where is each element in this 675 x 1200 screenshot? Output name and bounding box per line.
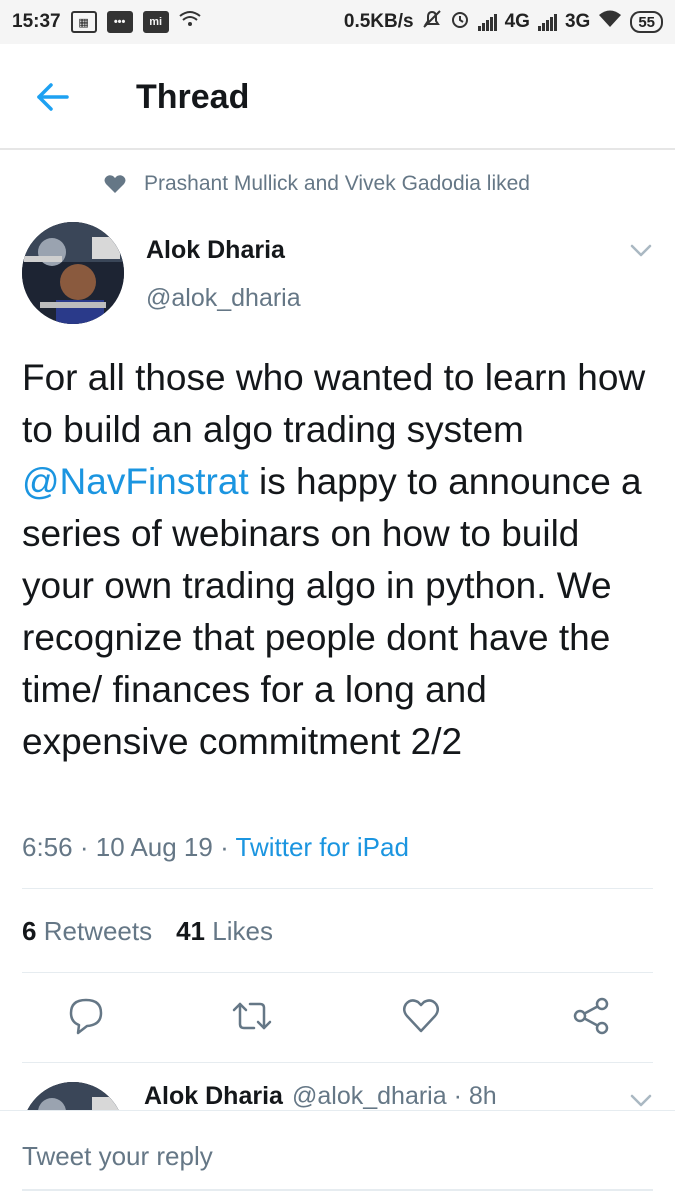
battery-icon: 55 [630, 11, 663, 33]
avatar[interactable] [22, 222, 124, 324]
heart-outline-icon[interactable] [401, 996, 441, 1036]
message-notification-icon: ••• [106, 11, 133, 33]
status-bar: 15:37 ▦ ••• mi 0.5KB/s 4G 3G 55 [0, 0, 675, 44]
next-tweet-handle[interactable]: @alok_dharia [292, 1082, 447, 1110]
retweet-icon[interactable] [230, 996, 272, 1036]
mi-notification-icon: mi [142, 11, 169, 33]
likes-label: Likes [212, 916, 273, 946]
divider [22, 1062, 653, 1063]
wifi-notification-icon [178, 10, 201, 34]
tweet-meta: 6:56 · 10 Aug 19 · Twitter for iPad [22, 832, 409, 863]
social-context: Prashant Mullick and Vivek Gadodia liked [104, 172, 530, 196]
author-name[interactable]: Alok Dharia [146, 236, 285, 265]
mention-link[interactable]: @NavFinstrat [22, 461, 249, 502]
next-tweet-meta: @alok_dharia · 8h [292, 1082, 497, 1110]
chevron-down-icon[interactable] [630, 244, 652, 258]
tweet-text-part: For all those who wanted to learn how to… [22, 357, 646, 450]
likes-count: 41 [176, 916, 206, 946]
divider [22, 972, 653, 973]
network-speed: 0.5KB/s [343, 11, 414, 32]
client-link[interactable]: Twitter for iPad [236, 832, 409, 862]
retweets-count: 6 [22, 916, 37, 946]
likes-stat[interactable]: 41 Likes [176, 916, 273, 947]
reply-composer [0, 1110, 675, 1200]
retweets-stat[interactable]: 6 Retweets [22, 916, 152, 947]
retweets-label: Retweets [43, 916, 153, 946]
next-tweet-age: 8h [468, 1082, 497, 1110]
page-title: Thread [136, 78, 250, 116]
silent-alarm-icon [422, 9, 442, 35]
chevron-down-icon[interactable] [630, 1094, 652, 1108]
tweet-actions [0, 996, 675, 1046]
wifi-icon [598, 10, 622, 34]
network-4g-label: 4G [504, 11, 530, 32]
tweet-stats: 6 Retweets 41 Likes [22, 916, 273, 947]
arrow-left-icon[interactable] [34, 82, 70, 112]
separator: · [79, 832, 96, 862]
signal-strength-2-icon [537, 13, 557, 31]
network-3g-label: 3G [564, 11, 591, 32]
share-icon[interactable] [572, 996, 612, 1036]
divider [22, 888, 653, 889]
status-time: 15:37 [12, 11, 61, 32]
tweet-date: 10 Aug 19 [95, 832, 213, 862]
tweet-time: 6:56 [22, 832, 73, 862]
gallery-notification-icon: ▦ [70, 11, 97, 33]
reply-input[interactable] [22, 1141, 652, 1172]
heart-icon [104, 174, 126, 194]
author-handle[interactable]: @alok_dharia [146, 284, 301, 313]
separator: · [220, 832, 236, 862]
alarm-clock-icon [450, 9, 470, 35]
app-bar: Thread [0, 44, 675, 150]
tweet-text: For all those who wanted to learn how to… [22, 352, 652, 768]
signal-strength-icon [477, 13, 497, 31]
tweet-text-part: is happy to announce a series of webinar… [22, 461, 642, 762]
reply-icon[interactable] [66, 996, 106, 1036]
social-context-text: Prashant Mullick and Vivek Gadodia liked [144, 172, 530, 195]
reply-underline [22, 1189, 653, 1191]
next-tweet-author-name[interactable]: Alok Dharia [144, 1082, 283, 1111]
